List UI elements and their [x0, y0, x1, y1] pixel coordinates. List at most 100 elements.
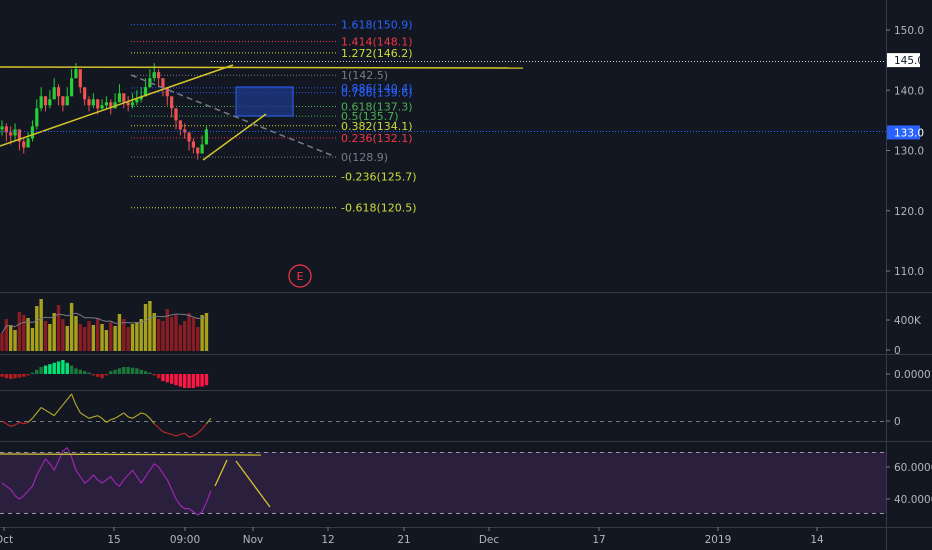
candle-body — [200, 144, 204, 154]
volume-bar — [148, 301, 152, 351]
time-tick-label: Nov — [243, 534, 264, 546]
volume-bar — [196, 327, 200, 351]
candle-body — [22, 141, 26, 148]
histogram-bar — [109, 371, 113, 374]
candle-body — [13, 129, 17, 136]
volume-bar — [82, 327, 87, 351]
candle-body — [130, 102, 135, 106]
histogram-bar — [174, 374, 178, 386]
candle-body — [191, 141, 195, 148]
histogram-bar — [122, 367, 126, 374]
candle-body — [157, 72, 161, 79]
fib-level-label: 1(142.5) — [341, 69, 388, 82]
candle-body — [91, 99, 95, 106]
volume-bar — [13, 330, 17, 351]
histogram-bar — [0, 374, 4, 377]
histogram-bar — [82, 371, 87, 374]
candle-body — [96, 99, 100, 109]
price-tick-label: 120.0 — [894, 206, 924, 218]
candle-body — [78, 69, 82, 88]
volume-bar — [91, 325, 96, 351]
volume-bar — [126, 327, 130, 351]
histogram-bar — [204, 374, 209, 386]
volume-bar — [26, 318, 30, 351]
histogram-bar — [200, 374, 204, 387]
histogram-bar — [48, 364, 52, 374]
fib-level-label: 1.272(146.2) — [341, 47, 413, 60]
histogram-bar — [126, 367, 130, 374]
histogram-bar — [196, 374, 200, 387]
histogram-bar — [152, 374, 156, 376]
volume-bar — [74, 316, 78, 351]
candle-body — [61, 96, 65, 106]
candle-body — [48, 99, 52, 106]
candle-body — [135, 99, 139, 103]
candle-body — [39, 96, 43, 109]
volume-bar — [35, 306, 39, 351]
candle-body — [178, 120, 182, 130]
volume-bar — [78, 324, 82, 351]
histogram-bar — [91, 374, 96, 376]
event-marker-label: E — [297, 270, 304, 283]
candle-body — [126, 102, 130, 106]
volume-bar — [30, 328, 35, 351]
price-badge-label: 145.0 — [894, 55, 924, 67]
histogram-bar — [130, 367, 135, 374]
histogram-bar — [143, 371, 148, 374]
volume-bar — [169, 317, 174, 351]
volume-bar — [65, 326, 69, 351]
price-tick-label: 110.0 — [894, 266, 924, 278]
time-tick-label: Dec — [479, 534, 500, 546]
histogram-bar — [183, 374, 187, 388]
volume-bar — [9, 325, 13, 351]
volume-bar — [87, 321, 91, 351]
candle-body — [187, 132, 191, 142]
histogram-bar — [104, 374, 109, 376]
candle-body — [26, 138, 30, 148]
indicator-tick-label: 0 — [894, 345, 901, 357]
volume-bar — [117, 314, 122, 351]
histogram-bar — [187, 374, 191, 388]
histogram-bar — [78, 369, 82, 374]
histogram-bar — [22, 374, 26, 377]
candle-body — [43, 96, 48, 106]
target-zone-box[interactable] — [235, 86, 294, 117]
histogram-bar — [161, 374, 165, 381]
histogram-bar — [165, 374, 169, 383]
fib-level-label: 0.236(132.1) — [341, 132, 413, 145]
histogram-bar — [43, 365, 48, 374]
horizontal-resistance-line[interactable] — [0, 66, 524, 69]
histogram-bar — [117, 368, 122, 374]
time-tick-label: 15 — [107, 534, 120, 546]
price-badge-label: 133.0 — [894, 127, 924, 139]
fib-level-label: 0(128.9) — [341, 151, 388, 164]
candle-body — [52, 87, 56, 100]
volume-bar — [100, 324, 104, 351]
candle-body — [30, 126, 35, 139]
candle-body — [170, 96, 174, 109]
volume-bar — [39, 299, 43, 351]
candle-body — [104, 102, 108, 106]
fib-level-label: -0.236(125.7) — [341, 170, 417, 183]
fib-level-label: 0.786(139.6) — [341, 87, 413, 100]
candle-body — [174, 108, 178, 121]
price-tick-label: 150.0 — [894, 25, 924, 37]
candle-body — [70, 78, 74, 97]
candle-body — [83, 87, 87, 100]
fib-level-label: 1.618(150.9) — [341, 19, 413, 32]
histogram-bar — [56, 361, 61, 374]
histogram-bar — [74, 368, 78, 374]
histogram-bar — [35, 369, 39, 374]
volume-bar — [56, 305, 61, 351]
volume-bar — [143, 304, 148, 351]
time-tick-label: 21 — [397, 534, 410, 546]
histogram-bar — [148, 372, 152, 374]
volume-bar — [161, 321, 165, 351]
volume-bar — [22, 315, 26, 351]
volume-bar — [178, 325, 183, 351]
histogram-bar — [178, 374, 183, 387]
trading-chart: 1.618(150.9)1.414(148.1)1.272(146.2)1(14… — [0, 0, 932, 550]
histogram-bar — [4, 374, 9, 379]
indicator-tick-label: 0 — [894, 416, 901, 428]
volume-bar — [52, 313, 56, 351]
